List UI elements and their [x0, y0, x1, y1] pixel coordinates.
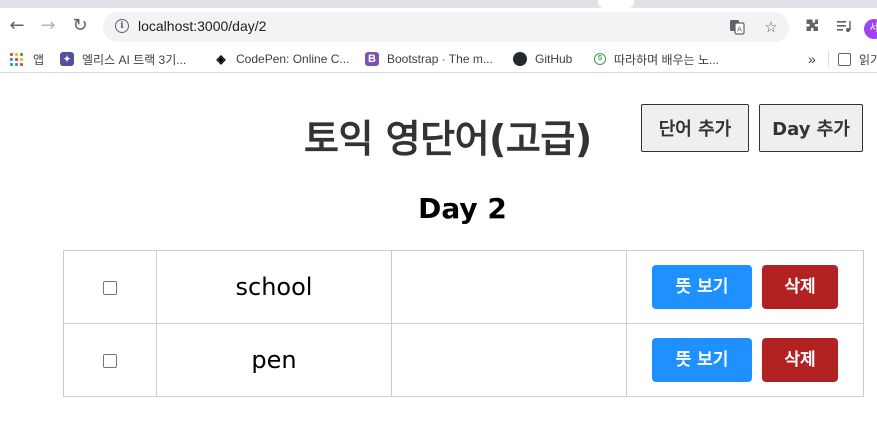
show-meaning-button[interactable]: 뜻 보기: [652, 338, 752, 382]
codepen-logo-icon: ◈: [214, 52, 228, 66]
bookmark-elice[interactable]: ✦ 엘리스 AI 트랙 3기...: [60, 51, 186, 67]
delete-button[interactable]: 삭제: [762, 338, 838, 382]
bookmark-label: 따라하며 배우는 노...: [614, 52, 719, 67]
reading-list-icon: [838, 52, 851, 66]
back-arrow-icon[interactable]: ←: [3, 12, 31, 40]
tab-strip: [0, 0, 877, 8]
github-logo-icon: [513, 52, 527, 66]
word-table: school 뜻 보기 삭제 pen 뜻 보기 삭제: [63, 250, 864, 397]
tutorial-logo-icon: S: [594, 53, 606, 65]
done-checkbox[interactable]: [103, 354, 117, 368]
done-checkbox[interactable]: [103, 281, 117, 295]
reload-icon[interactable]: ↻: [66, 12, 94, 40]
bookmark-label: CodePen: Online C...: [236, 52, 350, 66]
svg-text:A: A: [737, 26, 742, 34]
bootstrap-logo-icon: B: [365, 52, 379, 66]
korean-meaning: [391, 323, 627, 397]
bookmark-codepen[interactable]: ◈ CodePen: Online C...: [214, 51, 349, 67]
url-text[interactable]: localhost:3000/day/2: [138, 18, 266, 34]
translate-icon[interactable]: A: [727, 17, 747, 37]
bookmark-label: 읽기: [859, 52, 877, 67]
page-title: 토익 영단어(고급): [304, 117, 592, 161]
bookmark-apps[interactable]: 앱: [10, 51, 44, 67]
media-queue-icon[interactable]: [832, 14, 856, 38]
add-day-button[interactable]: Day 추가: [759, 104, 863, 152]
add-word-button[interactable]: 단어 추가: [641, 104, 749, 152]
actions-cell: 뜻 보기 삭제: [626, 250, 864, 324]
checkbox-cell: [63, 250, 157, 324]
overflow-chevron-icon: »: [808, 51, 816, 67]
table-row: pen 뜻 보기 삭제: [63, 323, 864, 397]
day-title: Day 2: [418, 192, 507, 225]
bookmarks-bar: 앱 ✦ 엘리스 AI 트랙 3기... ◈ CodePen: Online C.…: [0, 46, 877, 73]
forward-arrow-icon[interactable]: →: [34, 12, 62, 40]
korean-meaning: [391, 250, 627, 324]
english-word: school: [156, 250, 392, 324]
actions-cell: 뜻 보기 삭제: [626, 323, 864, 397]
bookmark-label: 앱: [33, 52, 45, 67]
reading-list-button[interactable]: 읽기: [838, 51, 877, 67]
inactive-tab[interactable]: [0, 0, 598, 8]
browser-toolbar: ← → ↻ i localhost:3000/day/2 A ☆ 서: [0, 8, 877, 46]
english-word: pen: [156, 323, 392, 397]
extensions-puzzle-icon[interactable]: [800, 14, 824, 38]
profile-avatar[interactable]: 서: [864, 19, 877, 39]
site-info-icon[interactable]: i: [115, 19, 129, 33]
apps-grid-icon: [10, 52, 23, 66]
elice-logo-icon: ✦: [60, 52, 74, 66]
bookmark-node-tutorial[interactable]: S 따라하며 배우는 노...: [594, 51, 719, 67]
bookmarks-overflow-button[interactable]: »: [808, 51, 816, 67]
address-bar[interactable]: i localhost:3000/day/2 A ☆: [103, 12, 789, 42]
bookmark-label: Bootstrap · The m...: [387, 52, 493, 66]
delete-button[interactable]: 삭제: [762, 265, 838, 309]
table-row: school 뜻 보기 삭제: [63, 250, 864, 324]
bookmark-bootstrap[interactable]: B Bootstrap · The m...: [365, 51, 493, 67]
bookmark-label: 엘리스 AI 트랙 3기...: [82, 52, 187, 67]
checkbox-cell: [63, 323, 157, 397]
active-tab[interactable]: [598, 0, 634, 8]
bookmark-github[interactable]: GitHub: [513, 51, 572, 67]
bookmark-star-icon[interactable]: ☆: [761, 17, 781, 37]
show-meaning-button[interactable]: 뜻 보기: [652, 265, 752, 309]
bookmarks-divider: [828, 51, 829, 67]
bookmark-label: GitHub: [535, 52, 573, 66]
